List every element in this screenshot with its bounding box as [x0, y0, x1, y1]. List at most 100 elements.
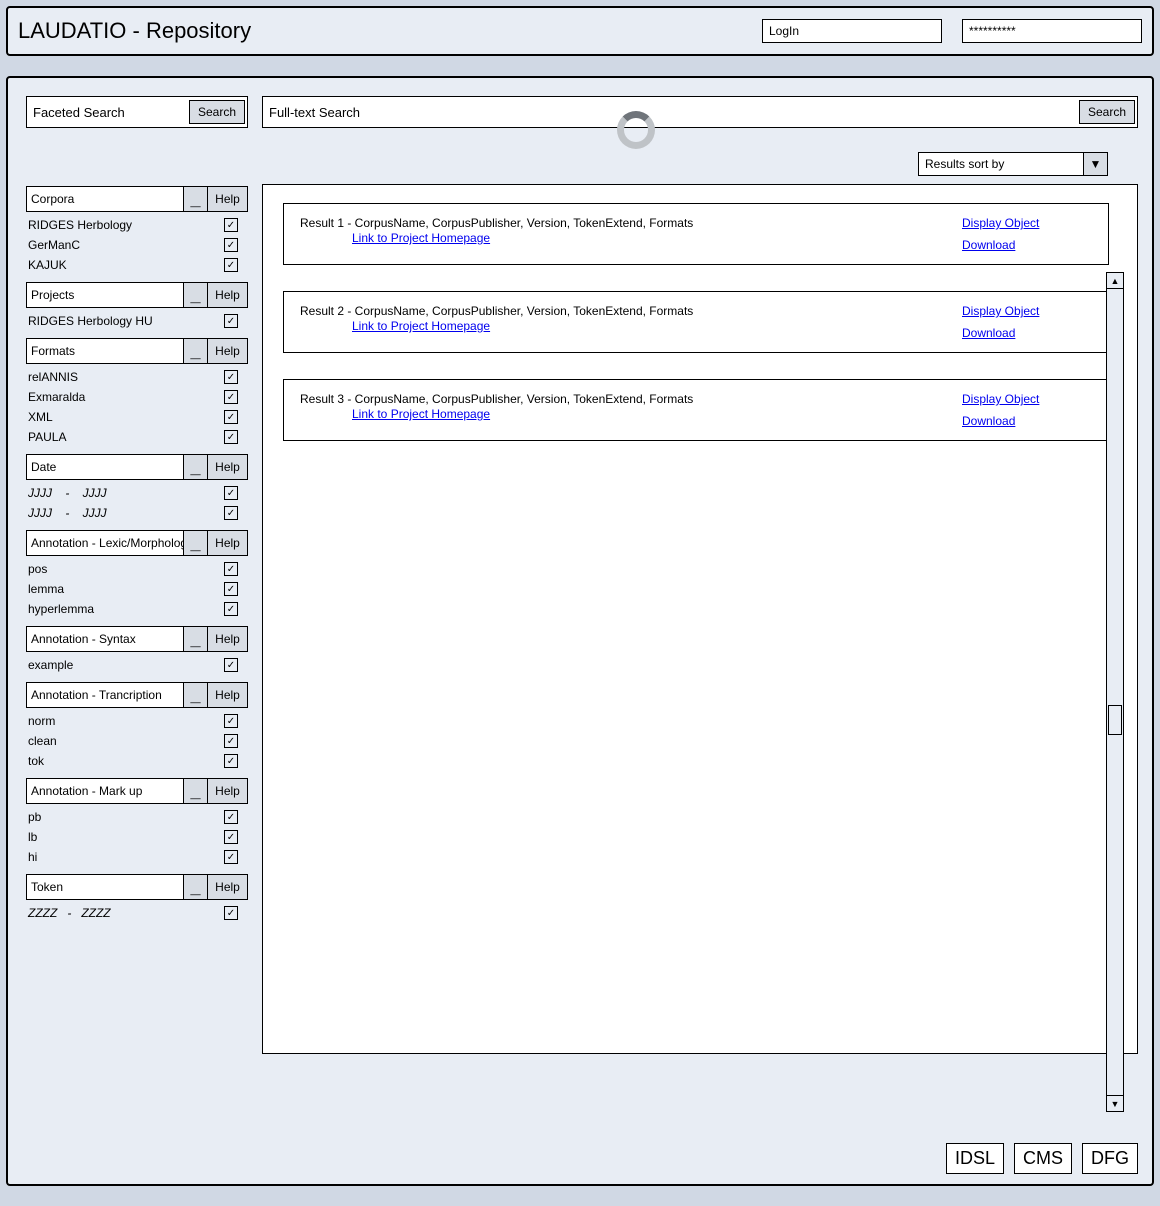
facet-item: ZZZZ - ZZZZ✓: [28, 906, 248, 920]
download-link[interactable]: Download: [962, 414, 1092, 428]
checkbox[interactable]: ✓: [224, 906, 238, 920]
password-input[interactable]: [962, 19, 1142, 43]
help-button[interactable]: Help: [207, 779, 247, 803]
display-object-link[interactable]: Display Object: [962, 304, 1092, 318]
checkbox[interactable]: ✓: [224, 390, 238, 404]
facet-item-label: RIDGES Herbology HU: [28, 314, 224, 328]
checkbox[interactable]: ✓: [224, 602, 238, 616]
facet-item: norm✓: [28, 714, 248, 728]
facet-sidebar: Corpora_HelpRIDGES Herbology✓GerManC✓KAJ…: [26, 184, 248, 1054]
checkbox[interactable]: ✓: [224, 830, 238, 844]
facet-item: Exmaralda✓: [28, 390, 248, 404]
facet-item-label: example: [28, 658, 224, 672]
result-left: Result 3 - CorpusName, CorpusPublisher, …: [300, 392, 962, 428]
collapse-button[interactable]: _: [183, 339, 207, 363]
header-bar: LAUDATIO - Repository: [6, 6, 1154, 56]
facet-item: tok✓: [28, 754, 248, 768]
help-button[interactable]: Help: [207, 875, 247, 899]
faceted-search-box: Faceted Search Search: [26, 96, 248, 128]
checkbox[interactable]: ✓: [224, 238, 238, 252]
checkbox[interactable]: ✓: [224, 218, 238, 232]
checkbox[interactable]: ✓: [224, 506, 238, 520]
checkbox[interactable]: ✓: [224, 430, 238, 444]
checkbox[interactable]: ✓: [224, 370, 238, 384]
collapse-button[interactable]: _: [183, 455, 207, 479]
collapse-button[interactable]: _: [183, 627, 207, 651]
display-object-link[interactable]: Display Object: [962, 392, 1092, 406]
facet-item: lb✓: [28, 830, 248, 844]
facet-title: Formats: [27, 344, 183, 358]
fulltext-wrap: Full-text Search Search: [262, 96, 1138, 128]
facet-title: Annotation - Syntax: [27, 632, 183, 646]
checkbox[interactable]: ✓: [224, 562, 238, 576]
checkbox[interactable]: ✓: [224, 486, 238, 500]
help-button[interactable]: Help: [207, 187, 247, 211]
facet-title: Corpora: [27, 192, 183, 206]
checkbox[interactable]: ✓: [224, 658, 238, 672]
fulltext-search-label: Full-text Search: [269, 105, 1077, 120]
result-card: Result 3 - CorpusName, CorpusPublisher, …: [283, 379, 1109, 441]
facet-item-label: PAULA: [28, 430, 224, 444]
project-homepage-link[interactable]: Link to Project Homepage: [352, 231, 490, 245]
checkbox[interactable]: ✓: [224, 754, 238, 768]
facet-item-label: RIDGES Herbology: [28, 218, 224, 232]
result-card: Result 1 - CorpusName, CorpusPublisher, …: [283, 203, 1109, 265]
facet-item-label: tok: [28, 754, 224, 768]
facet-title: Annotation - Trancription: [27, 688, 183, 702]
dropdown-arrow-icon: ▼: [1083, 153, 1107, 175]
faceted-search-button[interactable]: Search: [189, 100, 245, 124]
facet-item: hi✓: [28, 850, 248, 864]
sort-select[interactable]: Results sort by ▼: [918, 152, 1108, 176]
checkbox[interactable]: ✓: [224, 410, 238, 424]
login-box: [762, 19, 1142, 43]
facet-item: GerManC✓: [28, 238, 248, 252]
display-object-link[interactable]: Display Object: [962, 216, 1092, 230]
checkbox[interactable]: ✓: [224, 734, 238, 748]
collapse-button[interactable]: _: [183, 875, 207, 899]
help-button[interactable]: Help: [207, 455, 247, 479]
footer-logo: DFG: [1082, 1143, 1138, 1174]
checkbox[interactable]: ✓: [224, 810, 238, 824]
help-button[interactable]: Help: [207, 531, 247, 555]
collapse-button[interactable]: _: [183, 187, 207, 211]
collapse-button[interactable]: _: [183, 283, 207, 307]
collapse-button[interactable]: _: [183, 779, 207, 803]
checkbox[interactable]: ✓: [224, 258, 238, 272]
results-scrollbar[interactable]: ▲ ▼: [1106, 272, 1124, 1112]
scroll-down-icon[interactable]: ▼: [1107, 1095, 1123, 1111]
login-input[interactable]: [762, 19, 942, 43]
checkbox[interactable]: ✓: [224, 314, 238, 328]
checkbox[interactable]: ✓: [224, 582, 238, 596]
facet-item: KAJUK✓: [28, 258, 248, 272]
facet-header: Token_Help: [26, 874, 248, 900]
project-homepage-link[interactable]: Link to Project Homepage: [352, 407, 490, 421]
top-search-row: Faceted Search Search Full-text Search S…: [26, 96, 1138, 128]
fulltext-search-button[interactable]: Search: [1079, 100, 1135, 124]
scroll-thumb[interactable]: [1108, 705, 1122, 735]
download-link[interactable]: Download: [962, 326, 1092, 340]
facet-item-label: JJJJ - JJJJ: [28, 506, 224, 520]
facet-item: example✓: [28, 658, 248, 672]
help-button[interactable]: Help: [207, 627, 247, 651]
facet-item-label: pb: [28, 810, 224, 824]
help-button[interactable]: Help: [207, 683, 247, 707]
help-button[interactable]: Help: [207, 283, 247, 307]
loading-spinner-icon: [617, 111, 655, 149]
result-left: Result 2 - CorpusName, CorpusPublisher, …: [300, 304, 962, 340]
download-link[interactable]: Download: [962, 238, 1092, 252]
facet-header: Projects_Help: [26, 282, 248, 308]
facet-header: Annotation - Trancription_Help: [26, 682, 248, 708]
result-right: Display Object Download: [962, 392, 1092, 428]
checkbox[interactable]: ✓: [224, 714, 238, 728]
footer-logos: IDSLCMSDFG: [946, 1143, 1138, 1174]
facet-header: Annotation - Lexic/Morphology_Help: [26, 530, 248, 556]
help-button[interactable]: Help: [207, 339, 247, 363]
facet-item: clean✓: [28, 734, 248, 748]
project-homepage-link[interactable]: Link to Project Homepage: [352, 319, 490, 333]
collapse-button[interactable]: _: [183, 531, 207, 555]
collapse-button[interactable]: _: [183, 683, 207, 707]
results-panel: Result 1 - CorpusName, CorpusPublisher, …: [262, 184, 1138, 1054]
scroll-up-icon[interactable]: ▲: [1107, 273, 1123, 289]
checkbox[interactable]: ✓: [224, 850, 238, 864]
facet-item: PAULA✓: [28, 430, 248, 444]
